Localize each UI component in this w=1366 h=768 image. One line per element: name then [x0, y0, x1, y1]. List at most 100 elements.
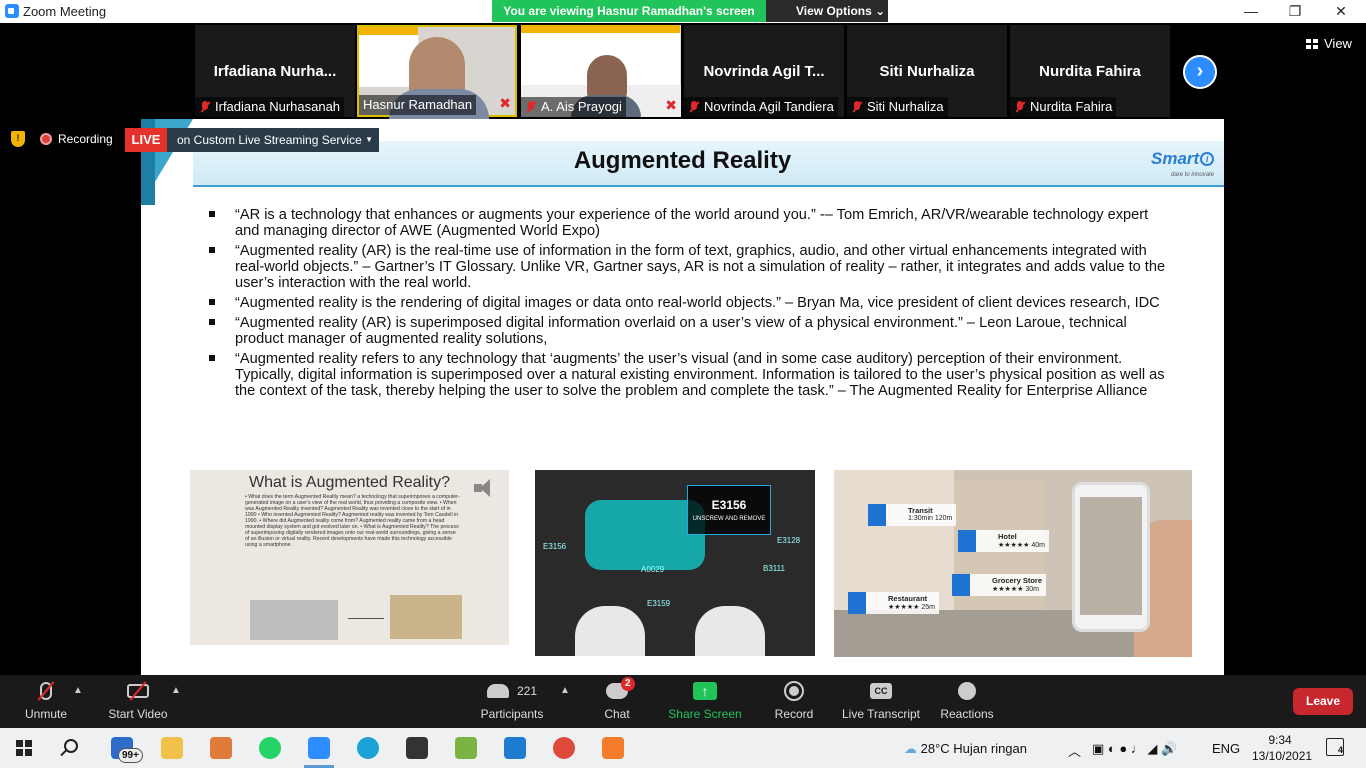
notification-center-icon[interactable]: 4 — [1326, 738, 1344, 756]
poi-title: Transit — [908, 506, 933, 515]
closed-captions-icon: CC — [870, 683, 892, 699]
edge-browser-icon[interactable] — [357, 737, 379, 759]
search-icon[interactable] — [64, 739, 78, 753]
poi-info: ★★★★★ 25m — [888, 604, 935, 611]
poi-title: Restaurant — [888, 594, 928, 603]
participant-tile[interactable]: Novrinda Agil T... Novrinda Agil Tandier… — [684, 25, 844, 117]
participant-label: Siti Nurhaliza — [867, 99, 944, 114]
chrome-icon[interactable] — [553, 737, 575, 759]
video-options-caret-icon[interactable]: ▲ — [171, 685, 181, 696]
participant-tile[interactable]: A. Ais Prayogi ✖ — [521, 25, 681, 117]
participant-name-bar: Hasnur Ramadhan — [359, 95, 477, 115]
maximize-button[interactable]: ❐ — [1272, 0, 1318, 23]
view-button[interactable]: View — [1306, 36, 1352, 51]
viewing-screen-banner: You are viewing Hasnur Ramadhan's screen — [492, 0, 766, 22]
android-studio-icon[interactable] — [455, 737, 477, 759]
leave-button[interactable]: Leave — [1293, 688, 1353, 715]
window-title: Zoom Meeting — [23, 4, 107, 19]
ar-poi-card: Grocery Store ★★★★★ 30m — [952, 574, 1047, 596]
system-clock[interactable]: 9:34 13/10/2021 — [1252, 732, 1312, 764]
language-indicator[interactable]: ENG — [1212, 741, 1240, 756]
whatsapp-icon[interactable] — [259, 737, 281, 759]
participant-name-bar: Novrinda Agil Tandiera — [684, 97, 838, 117]
file-explorer-icon[interactable] — [161, 737, 183, 759]
tag-code: E3156 — [711, 498, 747, 512]
ar-label: A0029 — [641, 565, 665, 574]
poster-band — [521, 25, 680, 33]
participant-name-bar: Nurdita Fahira — [1010, 97, 1117, 117]
participant-tile[interactable]: Nurdita Fahira Nurdita Fahira — [1010, 25, 1170, 117]
mic-muted-icon — [688, 100, 700, 114]
ar-instruction-tag: E3156 UNSCREW AND REMOVE — [687, 485, 771, 535]
weather-label: 28°C Hujan ringan — [920, 741, 1027, 756]
zoom-taskbar-icon[interactable] — [308, 737, 330, 759]
ar-label: E3128 — [777, 536, 801, 545]
start-video-button[interactable]: Start Video — [104, 675, 172, 728]
unmute-label: Unmute — [24, 707, 68, 721]
logo-i-icon: i — [1200, 152, 1215, 166]
participants-options-caret-icon[interactable]: ▲ — [560, 685, 570, 696]
live-transcript-button[interactable]: CC Live Transcript — [840, 675, 922, 728]
weather-cloud-icon: ☁ — [904, 741, 917, 756]
next-page-arrow-icon[interactable]: › — [1183, 55, 1217, 89]
live-streaming-dropdown[interactable]: on Custom Live Streaming Service ▼ — [167, 128, 379, 152]
tray-icons[interactable]: ▣ ◐ ● ♩ ◢ 🔊 — [1092, 741, 1177, 757]
participant-name-bar: Siti Nurhaliza — [847, 97, 948, 117]
record-button[interactable]: Record — [772, 675, 816, 728]
matlab-icon[interactable] — [210, 737, 232, 759]
title-bar: Zoom Meeting You are viewing Hasnur Rama… — [0, 0, 1366, 23]
gloved-hand — [575, 606, 645, 656]
mic-muted-icon — [1014, 100, 1026, 114]
chat-label: Chat — [604, 707, 630, 721]
mic-muted-icon — [851, 100, 863, 114]
ar-city-image: Transit 1:30min 120m Hotel ★★★★★ 40m Groce… — [834, 470, 1192, 657]
share-screen-arrow-icon: ↑ — [693, 682, 717, 700]
view-options-label: View Options — [796, 4, 872, 18]
participant-tile-active-speaker[interactable]: Hasnur Ramadhan ✖ — [357, 25, 517, 119]
close-button[interactable]: ✕ — [1318, 0, 1364, 23]
participant-name-bar: Irfadiana Nurhasanah — [195, 97, 345, 117]
list-item: “Augmented reality (AR) is the real-time… — [207, 243, 1167, 291]
windows-start-icon[interactable] — [16, 740, 32, 756]
view-label: View — [1324, 36, 1352, 51]
participants-button[interactable]: 221 Participants — [478, 675, 546, 728]
live-badge: LIVE — [125, 128, 167, 152]
image-title: What is Augmented Reality? — [249, 474, 450, 491]
participant-display-name: Siti Nurhaliza — [879, 63, 975, 80]
participant-tile[interactable]: Siti Nurhaliza Siti Nurhaliza — [847, 25, 1007, 117]
participant-label: A. Ais Prayogi — [541, 99, 622, 114]
ar-label: E3159 — [647, 599, 671, 608]
poi-info: ★★★★★ 40m — [998, 542, 1045, 549]
share-screen-button[interactable]: ↑ Share Screen — [668, 675, 742, 728]
participant-display-name: Nurdita Fahira — [1039, 63, 1141, 80]
slash-mark — [37, 681, 55, 701]
tablet-photo — [390, 595, 462, 639]
recording-indicator[interactable]: Recording — [40, 128, 113, 150]
reactions-button[interactable]: Reactions — [938, 675, 996, 728]
smartphone — [1072, 482, 1150, 632]
security-shield-icon[interactable]: ! — [11, 131, 25, 147]
poster-band — [359, 27, 418, 35]
smart-logo: Smart i — [1151, 149, 1215, 169]
participant-label: Novrinda Agil Tandiera — [704, 99, 834, 114]
record-dot-icon — [40, 133, 52, 145]
unmute-button[interactable]: Unmute — [14, 675, 78, 728]
tray-overflow-chevron-icon[interactable]: ︿ — [1068, 741, 1081, 760]
xampp-icon[interactable] — [602, 737, 624, 759]
video-off-icon: ✖ — [665, 97, 677, 113]
terminal-app-icon[interactable] — [406, 737, 428, 759]
minimize-button[interactable]: — — [1228, 0, 1274, 23]
list-item: “Augmented reality (AR) is superimposed … — [207, 315, 1167, 347]
participant-tile[interactable]: Irfadiana Nurha... Irfadiana Nurhasanah — [195, 25, 355, 117]
vscode-icon[interactable] — [504, 737, 526, 759]
audio-options-caret-icon[interactable]: ▲ — [73, 685, 83, 696]
participants-label: Participants — [480, 707, 544, 721]
chat-button[interactable]: 2 Chat — [597, 675, 637, 728]
weather-widget[interactable]: ☁ 28°C Hujan ringan — [904, 741, 1027, 757]
view-options-button[interactable]: View Options ⌄ — [766, 0, 888, 22]
clock-time: 9:34 — [1268, 733, 1292, 747]
mic-muted-icon — [199, 100, 211, 114]
ar-poi-card: Transit 1:30min 120m — [868, 504, 957, 526]
what-is-ar-image: What is Augmented Reality? • What does t… — [190, 470, 509, 645]
arrow-divider — [348, 618, 384, 619]
